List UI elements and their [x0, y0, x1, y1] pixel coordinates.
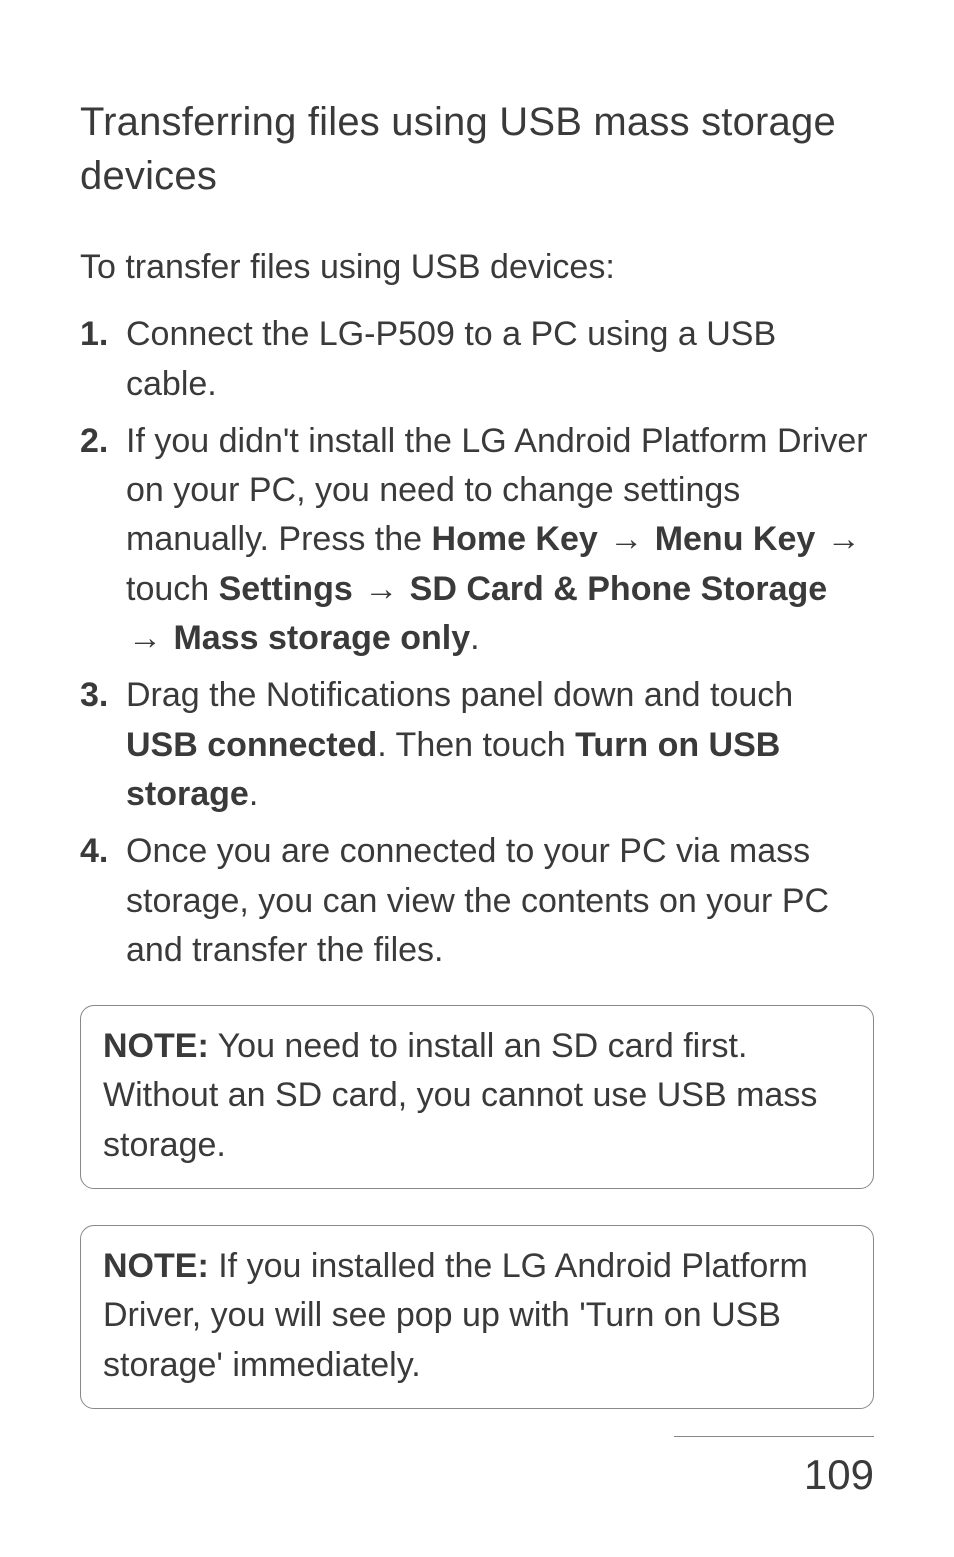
step-4: Once you are connected to your PC via ma… — [80, 827, 874, 975]
step-4-text: Once you are connected to your PC via ma… — [126, 832, 829, 969]
step-3-pre: Drag the Notifications panel down and to… — [126, 676, 793, 714]
note-box-1: NOTE: You need to install an SD card fir… — [80, 1005, 874, 1189]
step-2: If you didn't install the LG Android Pla… — [80, 417, 874, 663]
note-1-body: You need to install an SD card first. Wi… — [103, 1027, 817, 1164]
arrow-icon: → — [362, 565, 400, 614]
sd-card-storage-label: SD Card & Phone Storage — [410, 570, 828, 608]
step-1-text: Connect the LG-P509 to a PC using a USB … — [126, 315, 776, 402]
mass-storage-only-label: Mass storage only — [173, 619, 470, 657]
step-2-touch: touch — [126, 570, 219, 608]
menu-key-label: Menu Key — [655, 520, 816, 558]
page-number: 109 — [804, 1451, 874, 1499]
arrow-icon: → — [607, 515, 645, 564]
note-2-label: NOTE: — [103, 1247, 209, 1285]
note-1-label: NOTE: — [103, 1027, 209, 1065]
page-rule — [674, 1436, 874, 1437]
step-3: Drag the Notifications panel down and to… — [80, 671, 874, 819]
note-box-2: NOTE: If you installed the LG Android Pl… — [80, 1225, 874, 1409]
arrow-icon: → — [825, 515, 863, 564]
step-3-mid: . Then touch — [377, 726, 575, 764]
arrow-icon: → — [126, 614, 164, 663]
settings-label: Settings — [219, 570, 353, 608]
usb-connected-label: USB connected — [126, 726, 377, 764]
page: Transferring files using USB mass storag… — [0, 0, 954, 1557]
step-1: Connect the LG-P509 to a PC using a USB … — [80, 310, 874, 409]
home-key-label: Home Key — [432, 520, 598, 558]
steps-list: Connect the LG-P509 to a PC using a USB … — [80, 310, 874, 975]
note-2-body: If you installed the LG Android Platform… — [103, 1247, 808, 1384]
sub-heading: To transfer files using USB devices: — [80, 243, 874, 292]
section-title: Transferring files using USB mass storag… — [80, 95, 874, 203]
